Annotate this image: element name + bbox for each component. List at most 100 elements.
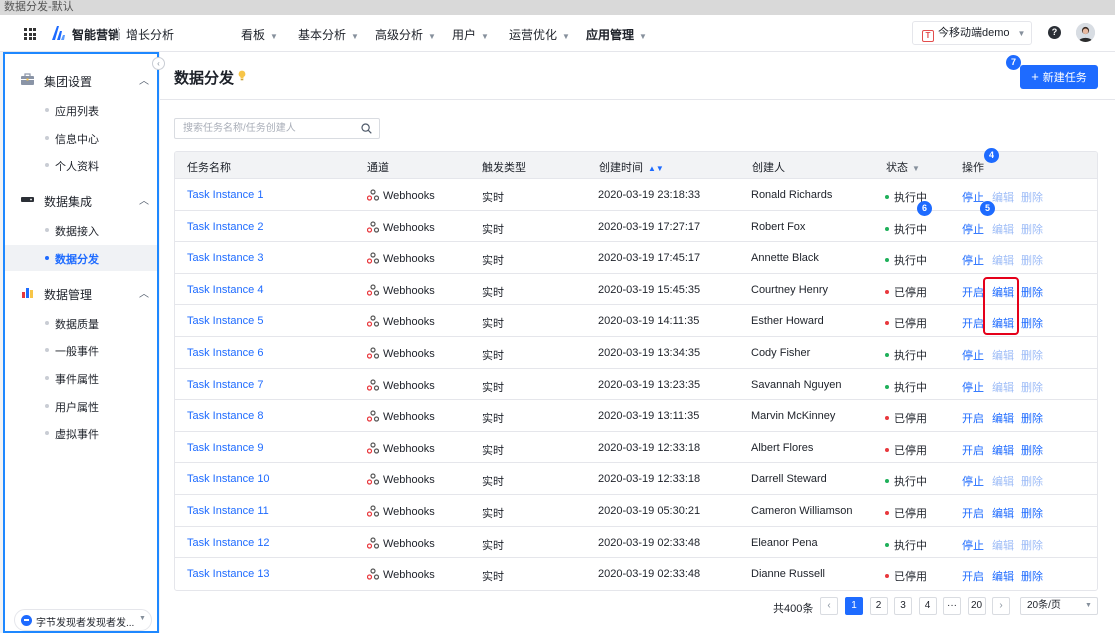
- task-name-link[interactable]: Task Instance 11: [187, 505, 269, 517]
- nav-menu-2[interactable]: 高级分析 ▼: [375, 26, 436, 43]
- page-size-select[interactable]: 20条/页 ▼: [1020, 597, 1098, 615]
- app-selector[interactable]: T 今移动端demo ▼: [912, 21, 1032, 45]
- task-name-link[interactable]: Task Instance 12: [187, 537, 270, 549]
- start-button[interactable]: 开启: [962, 284, 984, 300]
- org-selector[interactable]: 字节发现者发现者发... ▼: [14, 609, 152, 631]
- delete-button[interactable]: 删除: [1021, 473, 1043, 489]
- lightbulb-icon[interactable]: [238, 70, 246, 81]
- delete-button[interactable]: 删除: [1021, 379, 1043, 395]
- task-name-link[interactable]: Task Instance 7: [187, 379, 263, 391]
- new-task-button[interactable]: + 新建任务: [1020, 65, 1098, 89]
- delete-button[interactable]: 删除: [1021, 221, 1043, 237]
- delete-button[interactable]: 删除: [1021, 189, 1043, 205]
- page-button-5[interactable]: 20: [967, 597, 986, 615]
- task-name-link[interactable]: Task Instance 4: [187, 284, 263, 296]
- edit-button[interactable]: 编辑: [992, 379, 1014, 395]
- search-icon[interactable]: [361, 123, 372, 134]
- sidebar-item-2-4[interactable]: 虚拟事件: [5, 420, 157, 446]
- task-search-input[interactable]: [175, 119, 355, 138]
- user-avatar[interactable]: [1076, 23, 1095, 42]
- org-icon: [21, 615, 32, 626]
- sidebar-group-2[interactable]: 数据管理 ︿: [5, 279, 157, 307]
- delete-button[interactable]: 删除: [1021, 252, 1043, 268]
- sidebar-item-2-0[interactable]: 数据质量: [5, 310, 157, 336]
- delete-button[interactable]: 删除: [1021, 347, 1043, 363]
- sidebar-item-1-0[interactable]: 数据接入: [5, 217, 157, 243]
- task-name-link[interactable]: Task Instance 1: [187, 189, 263, 201]
- delete-button[interactable]: 删除: [1021, 284, 1043, 300]
- stop-button[interactable]: 停止: [962, 252, 984, 268]
- page-button-1[interactable]: 2: [869, 597, 888, 615]
- start-button[interactable]: 开启: [962, 410, 984, 426]
- help-icon[interactable]: ?: [1048, 26, 1061, 39]
- sub-brand-name[interactable]: 增长分析: [126, 26, 174, 43]
- start-button[interactable]: 开启: [962, 568, 984, 584]
- sort-icon[interactable]: ▲▼: [648, 164, 664, 173]
- column-header-status[interactable]: 状态 ▼: [886, 159, 920, 175]
- stop-button[interactable]: 停止: [962, 537, 984, 553]
- sidebar-item-0-0[interactable]: 应用列表: [5, 97, 157, 123]
- task-name-link[interactable]: Task Instance 8: [187, 410, 263, 422]
- stop-button[interactable]: 停止: [962, 221, 984, 237]
- status-dot: [885, 226, 889, 231]
- edit-button[interactable]: 编辑: [992, 410, 1014, 426]
- delete-button[interactable]: 删除: [1021, 505, 1043, 521]
- task-name-link[interactable]: Task Instance 5: [187, 315, 263, 327]
- sidebar-collapse-button[interactable]: ‹: [152, 57, 165, 70]
- page-button-2[interactable]: 3: [894, 597, 912, 615]
- edit-button[interactable]: 编辑: [992, 221, 1014, 237]
- edit-button[interactable]: 编辑: [992, 189, 1014, 205]
- filter-icon[interactable]: ▼: [912, 164, 920, 173]
- column-header-time-label: 创建时间: [599, 162, 643, 174]
- delete-button[interactable]: 删除: [1021, 315, 1043, 331]
- task-name-link[interactable]: Task Instance 2: [187, 221, 263, 233]
- delete-button[interactable]: 删除: [1021, 442, 1043, 458]
- task-name-link[interactable]: Task Instance 9: [187, 442, 263, 454]
- status-label: 执行中: [894, 381, 927, 394]
- sidebar-item-2-1[interactable]: 一般事件: [5, 337, 157, 363]
- start-button[interactable]: 开启: [962, 505, 984, 521]
- sidebar-group-1[interactable]: 数据集成 ︿: [5, 186, 157, 214]
- task-name-link[interactable]: Task Instance 6: [187, 347, 263, 359]
- sidebar-item-0-2[interactable]: 个人资料: [5, 152, 157, 178]
- sidebar-item-2-3[interactable]: 用户属性: [5, 393, 157, 419]
- next-page-button[interactable]: ›: [992, 597, 1010, 615]
- edit-button[interactable]: 编辑: [992, 252, 1014, 268]
- edit-button[interactable]: 编辑: [992, 347, 1014, 363]
- sidebar-item-0-1[interactable]: 信息中心: [5, 125, 157, 151]
- task-name-link[interactable]: Task Instance 10: [187, 473, 270, 485]
- edit-button[interactable]: 编辑: [992, 505, 1014, 521]
- start-button[interactable]: 开启: [962, 315, 984, 331]
- bullet-dot: [45, 228, 49, 233]
- page-button-0[interactable]: 1: [845, 597, 863, 615]
- prev-page-button[interactable]: ‹: [820, 597, 838, 615]
- task-name-link[interactable]: Task Instance 13: [187, 568, 270, 580]
- delete-button[interactable]: 删除: [1021, 568, 1043, 584]
- column-header-time[interactable]: 创建时间 ▲▼: [599, 159, 664, 175]
- nav-menu-0[interactable]: 看板 ▼: [241, 26, 278, 43]
- sidebar-item-1-1[interactable]: 数据分发: [5, 244, 157, 271]
- page-button-3[interactable]: 4: [918, 597, 937, 615]
- delete-button[interactable]: 删除: [1021, 537, 1043, 553]
- edit-button[interactable]: 编辑: [992, 568, 1014, 584]
- edit-button[interactable]: 编辑: [992, 537, 1014, 553]
- nav-menu-4[interactable]: 运营优化 ▼: [509, 26, 570, 43]
- nav-menu-1[interactable]: 基本分析 ▼: [298, 26, 359, 43]
- stop-button[interactable]: 停止: [962, 189, 984, 205]
- page-button-4[interactable]: ···: [943, 597, 961, 615]
- stop-button[interactable]: 停止: [962, 379, 984, 395]
- app-grid-icon[interactable]: [24, 28, 36, 40]
- task-name-link[interactable]: Task Instance 3: [187, 252, 263, 264]
- nav-menu-5[interactable]: 应用管理 ▼: [586, 26, 647, 43]
- sidebar-item-2-2[interactable]: 事件属性: [5, 365, 157, 391]
- nav-menu-3[interactable]: 用户 ▼: [452, 26, 489, 43]
- time-cell: 2020-03-19 13:11:35: [598, 410, 700, 423]
- delete-button[interactable]: 删除: [1021, 410, 1043, 426]
- edit-button[interactable]: 编辑: [992, 473, 1014, 489]
- stop-button[interactable]: 停止: [962, 347, 984, 363]
- stop-button[interactable]: 停止: [962, 473, 984, 489]
- status-cell: 执行中: [885, 473, 927, 489]
- edit-button[interactable]: 编辑: [992, 442, 1014, 458]
- start-button[interactable]: 开启: [962, 442, 984, 458]
- sidebar-group-0[interactable]: 集团设置 ︿: [5, 66, 157, 94]
